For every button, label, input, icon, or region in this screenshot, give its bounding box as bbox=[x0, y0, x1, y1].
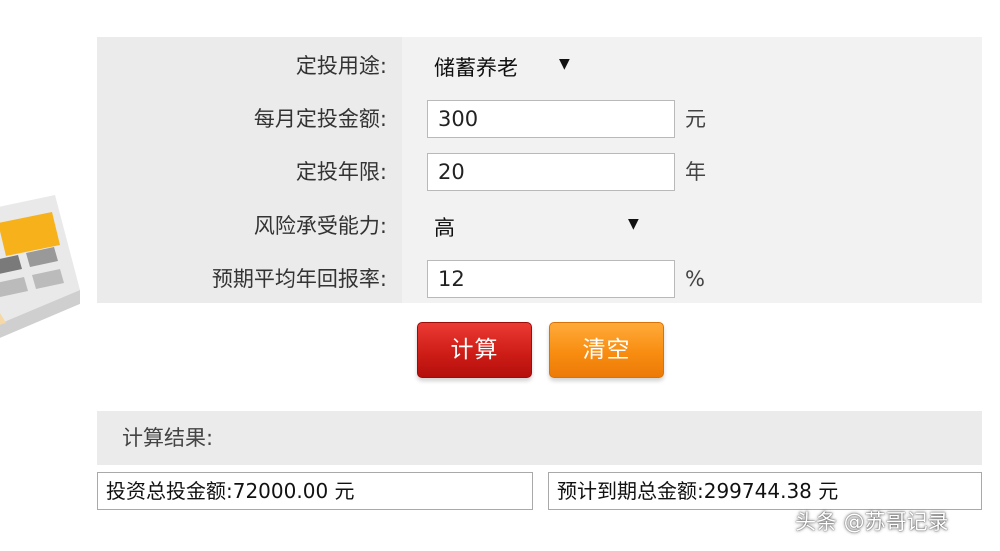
clear-button[interactable]: 清空 bbox=[549, 322, 664, 378]
total-maturity-box: 预计到期总金额:299744.38 元 bbox=[548, 472, 982, 510]
monthly-amount-label: 每月定投金额: bbox=[253, 107, 387, 131]
return-rate-label: 预期平均年回报率: bbox=[211, 267, 387, 291]
monthly-amount-input[interactable]: 300 bbox=[427, 100, 675, 138]
years-input[interactable]: 20 bbox=[427, 153, 675, 191]
investment-form: 定投用途: 储蓄养老 ▼ 每月定投金额: 300 元 定投年限: 20 年 风险… bbox=[97, 37, 982, 303]
return-rate-unit: % bbox=[685, 267, 705, 291]
watermark: 头条 @苏哥记录 bbox=[795, 510, 949, 534]
triangle-down-icon[interactable]: ▼ bbox=[628, 209, 639, 239]
purpose-label: 定投用途: bbox=[295, 54, 387, 78]
purpose-select[interactable]: 储蓄养老 bbox=[434, 53, 518, 83]
return-rate-input[interactable]: 12 bbox=[427, 260, 675, 298]
triangle-down-icon[interactable]: ▼ bbox=[559, 49, 570, 79]
risk-label: 风险承受能力: bbox=[253, 214, 387, 238]
total-invested-box: 投资总投金额:72000.00 元 bbox=[97, 472, 533, 510]
years-label: 定投年限: bbox=[295, 160, 387, 184]
calculator-icon bbox=[0, 195, 80, 338]
calculate-button[interactable]: 计算 bbox=[417, 322, 532, 378]
risk-select[interactable]: 高 bbox=[434, 213, 455, 243]
result-header: 计算结果: bbox=[97, 411, 982, 465]
years-unit: 年 bbox=[685, 160, 706, 184]
result-title: 计算结果: bbox=[122, 426, 214, 450]
monthly-amount-unit: 元 bbox=[685, 107, 706, 131]
